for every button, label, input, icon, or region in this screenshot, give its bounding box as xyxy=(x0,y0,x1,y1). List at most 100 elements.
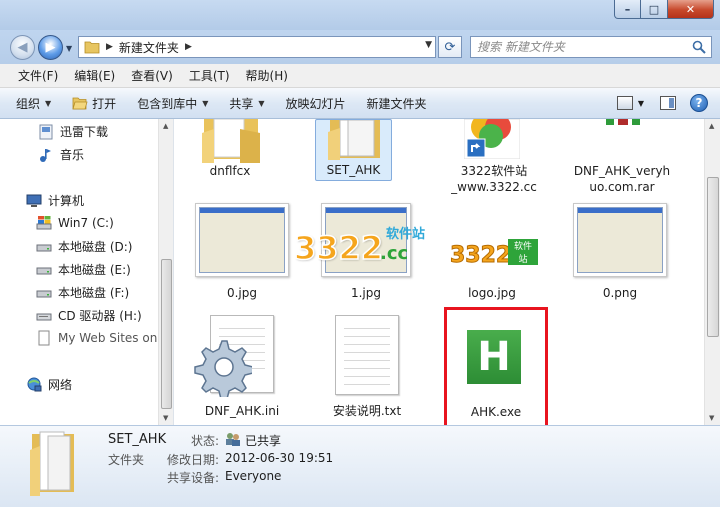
music-icon xyxy=(38,147,54,163)
archive-icon xyxy=(598,119,648,159)
refresh-button[interactable]: ⟳ xyxy=(438,36,462,58)
search-icon[interactable] xyxy=(692,40,706,54)
include-library-label: 包含到库中 xyxy=(137,96,198,111)
menu-help[interactable]: 帮助(H) xyxy=(238,67,296,84)
nav-item-cd-drive[interactable]: CD 驱动器 (H:) xyxy=(36,307,142,324)
shared-with-value: Everyone xyxy=(225,469,282,483)
preview-pane-icon[interactable] xyxy=(660,96,676,110)
menu-edit[interactable]: 编辑(E) xyxy=(66,67,123,84)
navigation-bar: ◀ ▶ ▼ ▶ 新建文件夹 ▶ ▼ ⟳ xyxy=(0,30,720,64)
file-name: SET_AHK xyxy=(326,163,381,177)
chevron-down-icon: ▼ xyxy=(45,98,52,108)
address-bar[interactable]: ▶ 新建文件夹 ▶ ▼ xyxy=(78,36,436,58)
nav-item-label: My Web Sites on xyxy=(58,331,158,345)
scroll-up-icon[interactable]: ▲ xyxy=(163,122,168,130)
nav-item-label: Win7 (C:) xyxy=(58,216,114,230)
file-item-set-ahk[interactable]: SET_AHK xyxy=(315,119,392,181)
address-dropdown-icon[interactable]: ▼ xyxy=(425,40,432,50)
minimize-button[interactable]: – xyxy=(614,0,641,19)
shared-with-label: 共享设备: xyxy=(167,471,220,485)
view-options-dropdown-icon[interactable]: ▼ xyxy=(638,99,644,108)
slideshow-button[interactable]: 放映幻灯片 xyxy=(286,95,346,112)
breadcrumb-separator-icon[interactable]: ▶ xyxy=(185,42,192,52)
file-list-scroll-thumb[interactable] xyxy=(707,177,719,337)
search-input[interactable] xyxy=(477,40,689,54)
file-name: 1.jpg xyxy=(350,286,382,300)
nav-item-label: 本地磁盘 (D:) xyxy=(58,240,133,254)
logo-cn: 软件站 xyxy=(386,227,426,242)
new-folder-button[interactable]: 新建文件夹 xyxy=(367,95,427,112)
breadcrumb-separator-icon: ▶ xyxy=(106,42,113,52)
logo-domain: .cc xyxy=(380,243,409,264)
nav-item-drive-d[interactable]: 本地磁盘 (D:) xyxy=(36,238,132,255)
nav-item-thunder-download[interactable]: 迅雷下载 xyxy=(38,123,108,140)
forward-button[interactable]: ▶ xyxy=(38,35,63,60)
modified-value: 2012-06-30 19:51 xyxy=(225,451,334,465)
menu-file[interactable]: 文件(F) xyxy=(10,67,66,84)
breadcrumb-current-folder[interactable]: 新建文件夹 xyxy=(119,39,179,56)
scroll-up-icon[interactable]: ▲ xyxy=(709,122,714,130)
file-item-ahk-exe[interactable]: H AHK.exe xyxy=(444,307,548,429)
shared-users-icon xyxy=(226,433,240,446)
file-name: DNF_AHK.ini xyxy=(204,404,280,418)
recent-pages-dropdown[interactable]: ▼ xyxy=(66,44,72,53)
nav-scroll-thumb[interactable] xyxy=(161,259,172,409)
nav-item-label: 迅雷下载 xyxy=(60,125,109,139)
open-button[interactable]: 打开 xyxy=(72,95,116,112)
details-pane: SET_AHK 文件夹 状态: 已共享 修改日期: 2012-06-30 19:… xyxy=(0,425,720,507)
logo-cn: 软件站 xyxy=(508,239,538,265)
image-thumbnail xyxy=(573,203,667,277)
scroll-down-icon[interactable]: ▼ xyxy=(709,414,714,422)
help-icon[interactable]: ? xyxy=(690,94,708,112)
file-item-logo-jpg[interactable]: 3322 .cc 软件站 logo.jpg xyxy=(442,203,542,303)
file-name-line2: uo.com.rar xyxy=(589,180,655,194)
colorful-logo-icon xyxy=(464,119,520,159)
include-in-library-button[interactable]: 包含到库中 ▼ xyxy=(137,95,208,112)
file-item-dnf-ahk-rar[interactable]: DNF_AHK_veryh uo.com.rar xyxy=(568,119,676,197)
change-view-icon[interactable] xyxy=(616,96,633,110)
scroll-down-icon[interactable]: ▼ xyxy=(163,414,168,422)
file-item-0-jpg[interactable]: 0.jpg xyxy=(192,203,292,303)
gear-icon xyxy=(194,340,252,397)
file-list: dnflfcx SET_AHK 3322软件站 _www.3322.cc DNF… xyxy=(173,119,720,429)
file-item-1-jpg[interactable]: 3322 .cc 软件站 1.jpg xyxy=(293,203,425,303)
open-label: 打开 xyxy=(92,96,117,111)
file-list-scrollbar[interactable]: ▲ ▼ xyxy=(704,119,720,425)
close-button[interactable]: ✕ xyxy=(668,0,714,19)
menu-view[interactable]: 查看(V) xyxy=(123,67,181,84)
menu-tools[interactable]: 工具(T) xyxy=(181,67,238,84)
selected-item-type: 文件夹 xyxy=(108,453,145,467)
file-item-readme-txt[interactable]: 安装说明.txt xyxy=(317,311,417,423)
logo-thumbnail: 3322 .cc 软件站 xyxy=(446,239,538,279)
nav-item-drive-e[interactable]: 本地磁盘 (E:) xyxy=(36,261,131,278)
file-item-3322-shortcut[interactable]: 3322软件站 _www.3322.cc xyxy=(444,119,544,197)
back-arrow-icon: ◀ xyxy=(17,40,28,55)
nav-item-music[interactable]: 音乐 xyxy=(38,146,84,163)
share-button[interactable]: 共享 ▼ xyxy=(229,95,264,112)
logo-digits: 3322 xyxy=(293,228,384,268)
nav-item-label: 音乐 xyxy=(60,148,85,162)
nav-pane-scrollbar[interactable]: ▲ ▼ xyxy=(158,119,173,425)
back-button[interactable]: ◀ xyxy=(10,35,35,60)
nav-item-network[interactable]: 网络 xyxy=(26,376,72,393)
nav-item-label: 网络 xyxy=(48,378,73,392)
3322-watermark-logo: 3322 .cc 软件站 xyxy=(293,223,444,273)
nav-item-label: 计算机 xyxy=(48,194,85,208)
organize-button[interactable]: 组织 ▼ xyxy=(16,95,51,112)
menu-bar: 文件(F) 编辑(E) 查看(V) 工具(T) 帮助(H) xyxy=(0,64,720,88)
nav-item-computer[interactable]: 计算机 xyxy=(26,192,84,209)
search-box[interactable] xyxy=(470,36,712,58)
nav-item-drive-f[interactable]: 本地磁盘 (F:) xyxy=(36,284,129,301)
new-folder-label: 新建文件夹 xyxy=(366,96,427,111)
nav-item-label: 本地磁盘 (F:) xyxy=(58,286,130,300)
maximize-button[interactable]: □ xyxy=(641,0,668,19)
nav-item-drive-c[interactable]: Win7 (C:) xyxy=(36,215,114,231)
file-item-0-png[interactable]: 0.png xyxy=(570,203,670,303)
file-item-dnf-ahk-ini[interactable]: DNF_AHK.ini xyxy=(192,311,292,423)
share-label: 共享 xyxy=(229,96,254,111)
computer-icon xyxy=(26,193,42,209)
nav-item-label: CD 驱动器 (H:) xyxy=(58,309,142,323)
file-item-dnflfcx[interactable]: dnflfcx xyxy=(190,119,270,181)
network-icon xyxy=(26,377,42,393)
nav-item-my-web-sites[interactable]: My Web Sites on xyxy=(36,330,157,346)
